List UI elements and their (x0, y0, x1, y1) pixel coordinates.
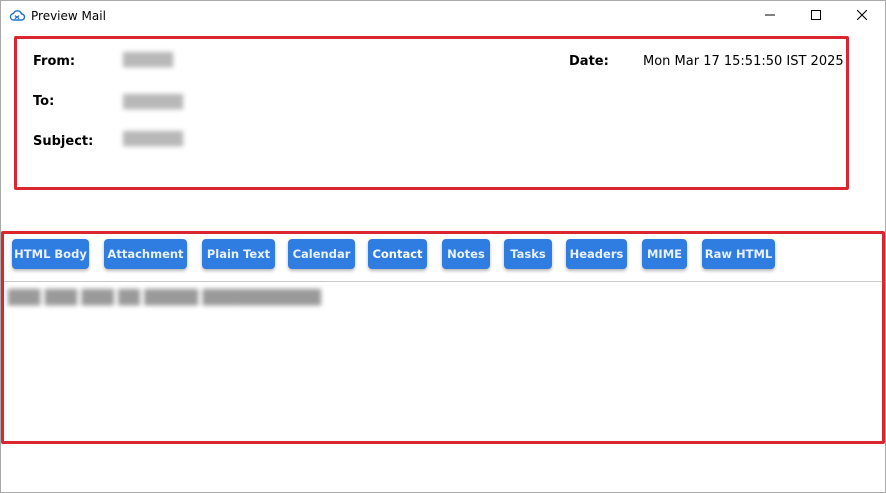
view-tab-bar: HTML Body Attachment Plain Text Calendar… (4, 234, 882, 282)
preview-mail-window: Preview Mail From: █████ To: ██████ Subj… (0, 0, 886, 493)
date-label: Date: (569, 54, 609, 69)
mail-preview-panel: HTML Body Attachment Plain Text Calendar… (1, 231, 885, 444)
minimize-button[interactable] (747, 1, 793, 31)
date-value: Mon Mar 17 15:51:50 IST 2025 (643, 54, 844, 69)
tab-html-body[interactable]: HTML Body (12, 239, 89, 269)
from-value: █████ (123, 53, 173, 68)
subject-value: ██████ (123, 132, 183, 147)
window-title: Preview Mail (31, 9, 106, 23)
tab-contact[interactable]: Contact (368, 239, 427, 269)
tab-calendar[interactable]: Calendar (288, 239, 355, 269)
tab-attachment[interactable]: Attachment (104, 239, 187, 269)
close-button[interactable] (839, 1, 885, 31)
maximize-icon (811, 7, 821, 25)
tab-tasks[interactable]: Tasks (504, 239, 552, 269)
to-label: To: (33, 94, 55, 109)
tab-notes[interactable]: Notes (442, 239, 490, 269)
tab-raw-html[interactable]: Raw HTML (702, 239, 775, 269)
to-value: ██████ (123, 95, 183, 110)
cloud-mail-icon (9, 8, 26, 24)
tab-plain-text[interactable]: Plain Text (202, 239, 275, 269)
title-bar[interactable]: Preview Mail (1, 1, 885, 31)
subject-label: Subject: (33, 134, 94, 149)
close-icon (856, 7, 868, 25)
maximize-button[interactable] (793, 1, 839, 31)
mail-header-panel: From: █████ To: ██████ Subject: ██████ D… (14, 36, 849, 190)
minimize-icon (765, 7, 775, 25)
tab-headers[interactable]: Headers (566, 239, 627, 269)
from-label: From: (33, 54, 76, 69)
tab-mime[interactable]: MIME (642, 239, 687, 269)
mail-body-text: ███ ███ ███ ██ █████ ███████████ (8, 290, 321, 306)
